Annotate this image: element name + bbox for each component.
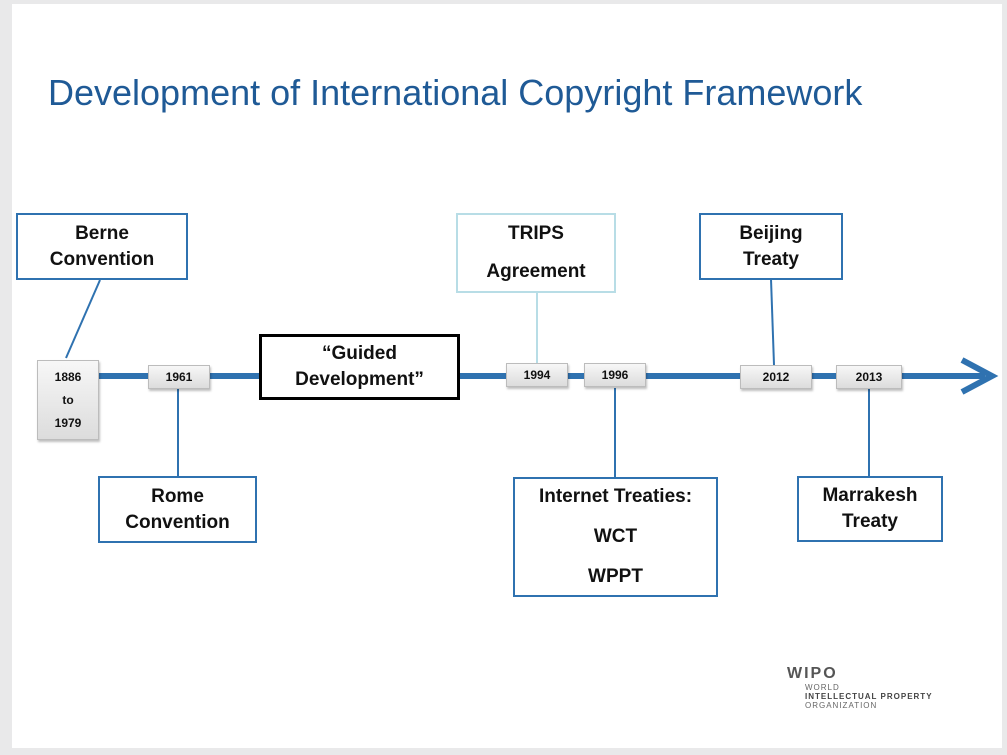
box-text: TRIPS — [508, 223, 564, 244]
year-marker-1994: 1994 — [506, 363, 568, 387]
year-label: 1886 — [54, 369, 82, 384]
logo-line-1: WORLD — [805, 683, 840, 692]
year-label: to — [62, 392, 74, 407]
rome-convention-box: Rome Convention — [98, 476, 257, 543]
beijing-treaty-box: Beijing Treaty — [699, 213, 843, 280]
year-marker-1886-1979: 1886 to 1979 — [37, 360, 99, 440]
box-text: WCT — [593, 526, 638, 547]
box-text: Berne — [75, 222, 129, 244]
berne-connector — [65, 279, 101, 359]
box-text: Treaty — [842, 511, 898, 532]
guided-development-box: “Guided Development” — [259, 334, 460, 400]
marrakesh-treaty-box: Marrakesh Treaty — [797, 476, 943, 542]
year-marker-2012: 2012 — [740, 365, 812, 389]
logo-line-3: ORGANIZATION — [805, 701, 878, 710]
logo-name: WIPO — [787, 665, 838, 682]
year-marker-2013: 2013 — [836, 365, 902, 389]
year-label: 1979 — [54, 416, 82, 431]
box-text: Development” — [295, 369, 424, 390]
box-text: Beijing — [739, 222, 803, 244]
logo-line-2: INTELLECTUAL PROPERTY — [805, 692, 933, 701]
box-text: Agreement — [486, 261, 586, 282]
box-text: Rome — [151, 485, 204, 507]
box-text: WPPT — [588, 566, 643, 587]
trips-agreement-box: TRIPS Agreement — [456, 213, 616, 293]
box-text: Marrakesh — [822, 485, 918, 506]
beijing-connector — [770, 278, 775, 366]
box-text: “Guided — [322, 343, 397, 364]
year-marker-1996: 1996 — [584, 363, 646, 387]
year-marker-1961: 1961 — [148, 365, 210, 389]
box-text: Convention — [125, 511, 230, 533]
box-text: Internet Treaties: — [538, 486, 693, 507]
internet-treaties-box: Internet Treaties: WCT WPPT — [513, 477, 718, 597]
berne-convention-box: Berne Convention — [16, 213, 188, 280]
wipo-logo: WIPO WORLD INTELLECTUAL PROPERTY ORGANIZ… — [787, 665, 933, 710]
box-text: Treaty — [743, 248, 799, 270]
box-text: Convention — [49, 248, 155, 270]
